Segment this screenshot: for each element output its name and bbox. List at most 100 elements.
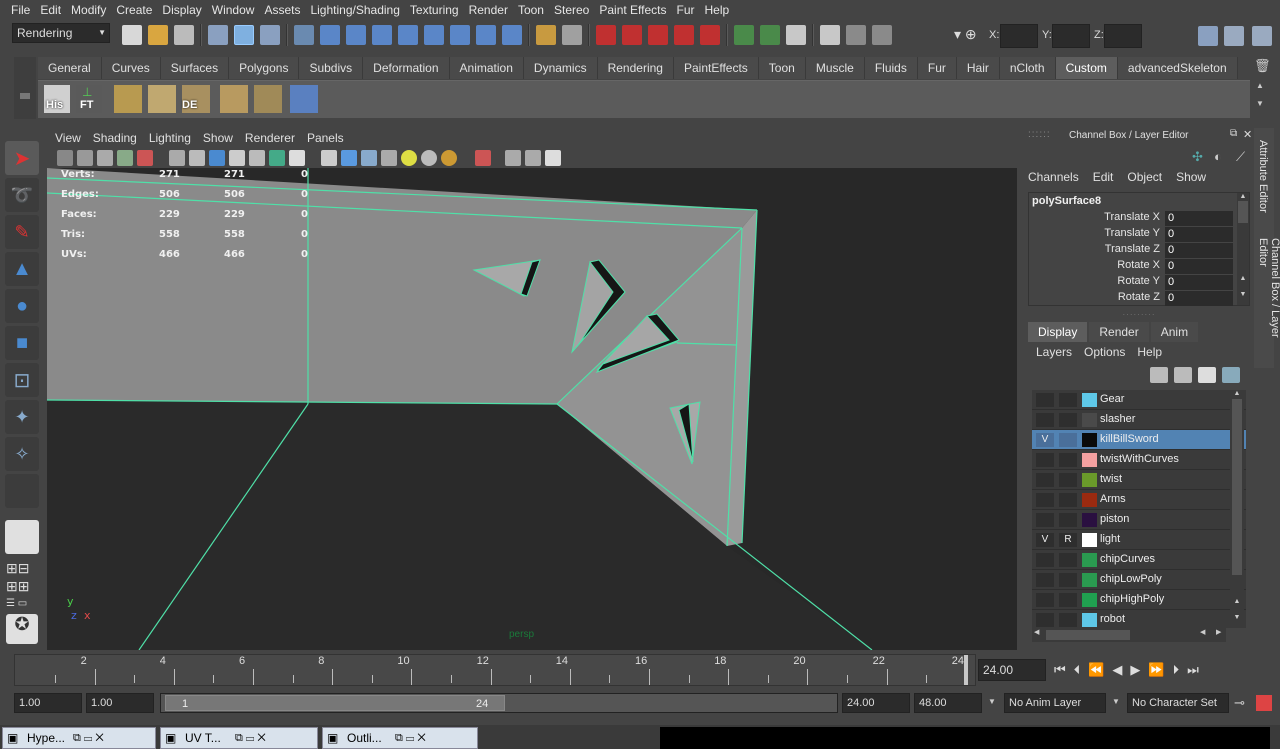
shelf-tab-toon[interactable]: Toon — [758, 57, 806, 79]
layer-reference-toggle[interactable]: R — [1059, 533, 1077, 547]
menu-render[interactable]: Render — [464, 3, 513, 17]
snap-grid-icon[interactable] — [596, 25, 616, 45]
channel-layer-mode-icon[interactable]: ⟋ — [1236, 149, 1252, 165]
attribute-value-field[interactable]: 0 — [1165, 275, 1233, 290]
snap-curve-icon[interactable] — [622, 25, 642, 45]
animation-preferences-icon[interactable] — [1256, 695, 1272, 711]
freeze-transform-shelf-icon[interactable]: FT ⊥ — [76, 85, 102, 113]
shelf-tab-custom[interactable]: Custom — [1055, 57, 1118, 79]
channel-box-mode-icon[interactable]: ✣ — [1192, 149, 1208, 165]
go-to-start-icon[interactable]: ⏮ — [1054, 662, 1066, 678]
shelf-tab-ncloth[interactable]: nCloth — [999, 57, 1056, 79]
hypergraph-window-tab[interactable]: Hype... ▣ ⧉ ▭ ✕ — [2, 727, 156, 749]
drag-handle[interactable]: :::::: — [1028, 129, 1051, 140]
layer-reference-toggle[interactable] — [1059, 453, 1077, 467]
menu-display[interactable]: Display — [157, 3, 206, 17]
menu-stereo[interactable]: Stereo — [549, 3, 594, 17]
attribute-label[interactable]: Translate Y — [1104, 227, 1160, 239]
attribute-editor-tab[interactable]: Attribute Editor — [1257, 140, 1269, 213]
channel-box-menu-object[interactable]: Object — [1127, 170, 1162, 186]
four-view-layout-icon[interactable]: ⊞⊟ — [6, 560, 38, 576]
play-forwards-icon[interactable]: ▶ — [1130, 662, 1140, 678]
chevron-down-icon[interactable]: ▼ — [1112, 697, 1120, 706]
attribute-label[interactable]: Translate Z — [1105, 243, 1160, 255]
shelf-tab-fluids[interactable]: Fluids — [864, 57, 918, 79]
outliner-layout-icon[interactable]: ☰ ▭ — [6, 598, 38, 610]
layer-menu-layers[interactable]: Layers — [1036, 345, 1072, 359]
layer-visibility-toggle[interactable]: V — [1036, 533, 1054, 547]
layer-color-swatch[interactable] — [1082, 533, 1097, 547]
time-slider[interactable]: 2 4 6 8 10 12 14 16 18 20 22 24 — [14, 654, 976, 686]
channel-box-menu-edit[interactable]: Edit — [1093, 170, 1114, 186]
select-handles-icon[interactable] — [320, 25, 340, 45]
shelf-scroll-up[interactable]: ▲ — [1256, 81, 1270, 97]
wireframe-on-shaded-icon[interactable] — [361, 150, 377, 166]
channel-box-scrollbar[interactable]: ▲ ▲ ▼ — [1237, 193, 1249, 305]
layer-reference-toggle[interactable] — [1059, 493, 1077, 507]
xray-components-icon[interactable] — [545, 150, 561, 166]
layer-color-swatch[interactable] — [1082, 473, 1097, 487]
trash-icon[interactable]: 🗑 — [1254, 58, 1271, 76]
menu-paint-effects[interactable]: Paint Effects — [594, 3, 671, 17]
shelf-tab-dynamics[interactable]: Dynamics — [523, 57, 598, 79]
select-hierarchy-icon[interactable] — [208, 25, 228, 45]
safe-action-icon[interactable] — [269, 150, 285, 166]
layer-color-swatch[interactable] — [1082, 493, 1097, 507]
layer-tab-anim[interactable]: Anim — [1150, 322, 1199, 342]
textured-icon[interactable] — [381, 150, 397, 166]
hypershade-layout-icon[interactable]: ✪ — [6, 614, 38, 644]
cube-shelf-icon[interactable] — [220, 85, 248, 113]
two-view-layout-icon[interactable]: ⊞⊞ — [6, 578, 38, 594]
layer-name[interactable]: chipLowPoly — [1100, 573, 1162, 585]
viewport-menu-shading[interactable]: Shading — [93, 131, 145, 145]
viewport-menu-panels[interactable]: Panels — [307, 131, 352, 145]
shelf-tab-animation[interactable]: Animation — [449, 57, 524, 79]
shelf-tab-general[interactable]: General — [38, 57, 102, 79]
current-time-field[interactable]: 24.00 — [978, 659, 1046, 681]
attribute-value-field[interactable]: 0 — [1165, 243, 1233, 258]
highlight-selection-icon[interactable] — [562, 25, 582, 45]
shadows-icon[interactable] — [421, 150, 437, 166]
step-back-key-icon[interactable]: ⏪ — [1088, 662, 1104, 678]
layer-reference-toggle[interactable] — [1059, 513, 1077, 527]
select-surfaces-icon[interactable] — [398, 25, 418, 45]
layer-reference-toggle[interactable] — [1059, 473, 1077, 487]
layer-name[interactable]: twist — [1100, 473, 1122, 485]
menu-window[interactable]: Window — [207, 3, 260, 17]
attribute-label[interactable]: Rotate Z — [1118, 291, 1160, 303]
shelf-tab-polygons[interactable]: Polygons — [229, 57, 300, 79]
layer-name[interactable]: Gear — [1100, 393, 1124, 405]
layer-color-swatch[interactable] — [1082, 573, 1097, 587]
layer-row[interactable]: chipCurves — [1032, 550, 1246, 570]
layer-row[interactable]: V Rlight — [1032, 530, 1246, 550]
layer-color-swatch[interactable] — [1082, 613, 1097, 627]
shelf-handle[interactable] — [14, 57, 36, 119]
layer-tab-render[interactable]: Render — [1089, 322, 1149, 342]
layer-list-scrollbar[interactable]: ▲ ▲ ▼ — [1230, 390, 1244, 628]
wireframe-icon[interactable] — [321, 150, 337, 166]
resolution-gate-icon[interactable] — [209, 150, 225, 166]
shelf-tab-painteffects[interactable]: PaintEffects — [673, 57, 759, 79]
step-forward-key-icon[interactable]: ⏩ — [1148, 662, 1164, 678]
viewport-menu-renderer[interactable]: Renderer — [245, 131, 303, 145]
attribute-label[interactable]: Rotate X — [1117, 259, 1160, 271]
menu-help[interactable]: Help — [700, 3, 735, 17]
film-gate-icon[interactable] — [189, 150, 205, 166]
uv-texture-editor-window-tab[interactable]: UV T... ▣ ⧉ ▭ ✕ — [160, 727, 318, 749]
shelf-tab-surfaces[interactable]: Surfaces — [160, 57, 230, 79]
layer-reference-toggle[interactable] — [1059, 413, 1077, 427]
menu-lighting-shading[interactable]: Lighting/Shading — [305, 3, 404, 17]
layer-row[interactable]: twistWithCurves — [1032, 450, 1246, 470]
smooth-shade-icon[interactable] — [341, 150, 357, 166]
y-field[interactable] — [1052, 24, 1090, 48]
soft-modification-icon[interactable]: ✦ — [5, 400, 39, 434]
2d-pan-icon[interactable] — [137, 150, 153, 166]
xray-joints-icon[interactable] — [525, 150, 541, 166]
layer-color-swatch[interactable] — [1082, 433, 1097, 447]
layer-visibility-toggle[interactable] — [1036, 473, 1054, 487]
restore-icon[interactable]: ⧉ ▭ ✕ — [395, 728, 426, 748]
delete-history-shelf-icon[interactable]: DE — [182, 85, 210, 113]
attribute-label[interactable]: Rotate Y — [1117, 275, 1160, 287]
layer-row[interactable]: Gear — [1032, 390, 1246, 410]
layer-visibility-toggle[interactable] — [1036, 453, 1054, 467]
